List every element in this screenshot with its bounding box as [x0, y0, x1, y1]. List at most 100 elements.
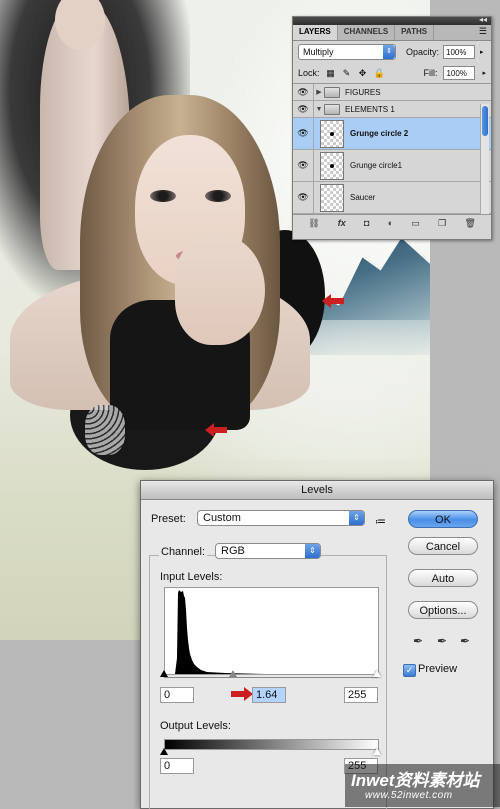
tab-layers[interactable]: LAYERS: [293, 25, 338, 40]
layer-name: ELEMENTS 1: [345, 104, 395, 114]
input-black-slider[interactable]: [160, 670, 168, 677]
link-icon[interactable]: ⛓: [308, 218, 319, 229]
output-levels-label: Output Levels:: [160, 720, 231, 732]
preset-options-icon[interactable]: ≔: [375, 515, 386, 528]
eye-icon[interactable]: 👁: [293, 101, 314, 117]
channel-select[interactable]: RGB ⇕: [215, 543, 321, 559]
select-arrows-icon: ⇕: [305, 544, 320, 558]
layer-thumbnail: [320, 151, 344, 180]
fill-arrow-icon[interactable]: ▸: [482, 69, 486, 77]
white-eyedropper-icon[interactable]: ✒: [460, 634, 470, 648]
layer-row-figures[interactable]: 👁 ▶ FIGURES: [293, 84, 491, 101]
eye-icon[interactable]: 👁: [293, 84, 314, 100]
channel-value: RGB: [221, 545, 245, 557]
blend-mode-value: Multiply: [303, 47, 334, 57]
panel-menu-icon[interactable]: ☰: [475, 25, 491, 40]
layer-thumbnail: [320, 119, 344, 148]
preview-checkbox[interactable]: ✓: [403, 664, 416, 677]
disclosure-closed-icon[interactable]: ▶: [314, 88, 324, 96]
options-button[interactable]: Options...: [408, 601, 478, 619]
panel-tabs: LAYERS CHANNELS PATHS ☰: [293, 25, 491, 41]
lock-all-icon[interactable]: 🔒: [374, 68, 385, 78]
layers-scrollbar[interactable]: [480, 104, 489, 214]
scrollbar-thumb[interactable]: [482, 106, 488, 136]
input-gamma-slider[interactable]: [229, 670, 237, 677]
figure-eye-left: [150, 190, 176, 202]
folder-icon: [324, 86, 340, 98]
input-white-field[interactable]: 255: [344, 687, 378, 703]
auto-button[interactable]: Auto: [408, 569, 478, 587]
layer-row-saucer[interactable]: 👁 Saucer: [293, 182, 491, 214]
histogram: [164, 587, 379, 675]
figure-hand: [175, 235, 265, 345]
fx-icon[interactable]: fx: [338, 218, 346, 228]
eye-icon[interactable]: 👁: [293, 150, 314, 181]
output-black-field[interactable]: 0: [160, 758, 194, 774]
layer-row-grunge-circle-2[interactable]: 👁 Grunge circle 2: [293, 118, 491, 150]
opacity-arrow-icon[interactable]: ▸: [480, 48, 484, 56]
eye-icon[interactable]: 👁: [293, 118, 314, 149]
lock-paint-icon[interactable]: ✎: [342, 68, 352, 78]
disclosure-open-icon[interactable]: ▼: [314, 106, 324, 113]
layer-row-grunge-circle-1[interactable]: 👁 Grunge circle1: [293, 150, 491, 182]
trash-icon[interactable]: 🗑: [464, 218, 475, 229]
layer-row-elements[interactable]: 👁 ▼ ELEMENTS 1: [293, 101, 491, 118]
preview-label: Preview: [418, 663, 458, 675]
levels-dialog: Levels Preset: Custom ⇕ ≔ Channel: RGB ⇕…: [140, 480, 494, 809]
preset-label: Preset:: [151, 513, 186, 525]
figure-eye-right: [205, 190, 231, 202]
tab-channels[interactable]: CHANNELS: [338, 25, 396, 40]
black-eyedropper-icon[interactable]: ✒: [413, 634, 423, 648]
lock-label: Lock:: [298, 68, 320, 78]
histogram-plot: [175, 590, 265, 674]
eye-icon[interactable]: 👁: [293, 182, 314, 213]
preset-select[interactable]: Custom ⇕: [197, 510, 365, 526]
folder-icon: [324, 103, 340, 115]
opacity-label: Opacity:: [406, 47, 440, 57]
watermark-url: www.52inwet.com: [365, 790, 453, 801]
lock-move-icon[interactable]: ✥: [358, 68, 368, 78]
red-arrow-icon: [322, 294, 344, 308]
red-arrow-icon: [205, 423, 227, 437]
layer-name: Grunge circle 2: [350, 129, 409, 138]
input-gamma-field[interactable]: 1.64: [252, 687, 286, 703]
input-black-field[interactable]: 0: [160, 687, 194, 703]
layers-panel: ◂◂ LAYERS CHANNELS PATHS ☰ Multiply ⇕ Opa…: [292, 15, 492, 240]
dialog-title: Levels: [141, 481, 493, 500]
fill-input[interactable]: 100%: [443, 66, 476, 80]
panel-footer: ⛓ fx ◘ ◐ ▭ ❐ 🗑: [293, 214, 491, 231]
blend-row: Multiply ⇕ Opacity: 100% ▸: [293, 41, 491, 63]
select-arrows-icon: ⇕: [349, 511, 364, 525]
input-levels-label: Input Levels:: [160, 571, 223, 583]
layer-name: Grunge circle1: [350, 161, 403, 170]
channel-label: Channel:: [159, 546, 208, 558]
input-slider-track: [164, 677, 378, 678]
ok-button[interactable]: OK: [408, 510, 478, 528]
new-layer-icon[interactable]: ❐: [438, 218, 446, 229]
input-white-slider[interactable]: [373, 670, 381, 677]
red-arrow-icon: [231, 687, 253, 701]
mask-icon[interactable]: ◘: [364, 218, 369, 228]
select-arrows-icon: ⇕: [383, 45, 395, 59]
opacity-input[interactable]: 100%: [443, 45, 476, 59]
collapse-icon[interactable]: ◂◂: [479, 15, 487, 24]
folder-icon[interactable]: ▭: [411, 218, 420, 229]
output-gradient: [164, 739, 379, 750]
preset-value: Custom: [203, 512, 241, 524]
gray-eyedropper-icon[interactable]: ✒: [437, 634, 447, 648]
tab-paths[interactable]: PATHS: [395, 25, 435, 40]
fill-label: Fill:: [423, 68, 438, 78]
lock-transparency-icon[interactable]: ▦: [326, 68, 336, 78]
watermark-title: Inwet资料素材站: [351, 771, 480, 790]
adjustment-icon[interactable]: ◐: [388, 218, 393, 228]
layer-thumbnail: [320, 183, 344, 212]
output-black-slider[interactable]: [160, 748, 168, 755]
panel-header: ◂◂: [293, 15, 491, 25]
layer-name: Saucer: [350, 193, 376, 202]
blend-mode-select[interactable]: Multiply ⇕: [298, 44, 396, 60]
watermark: Inwet资料素材站 www.52inwet.com: [345, 764, 500, 807]
output-white-slider[interactable]: [373, 748, 381, 755]
cancel-button[interactable]: Cancel: [408, 537, 478, 555]
lock-row: Lock: ▦ ✎ ✥ 🔒 Fill: 100% ▸: [293, 63, 491, 84]
halftone-texture: [85, 405, 125, 455]
